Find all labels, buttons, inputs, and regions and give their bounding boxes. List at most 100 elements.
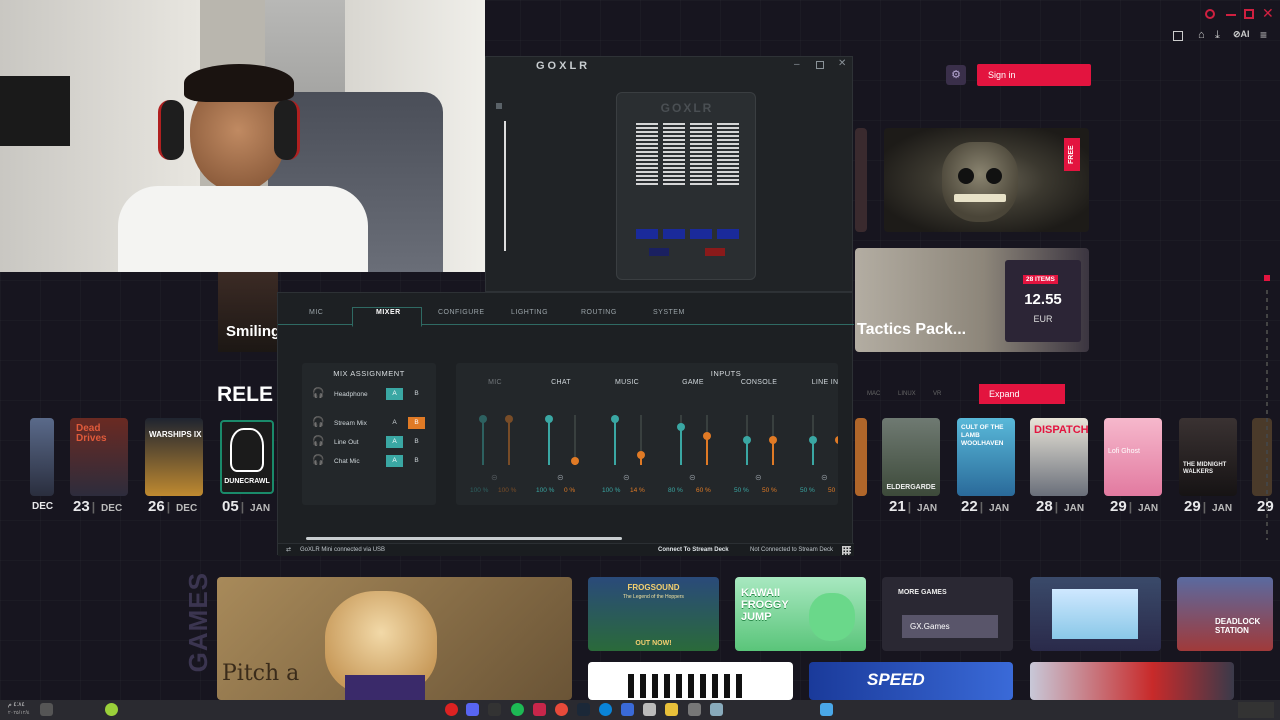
search-icon[interactable]: [1205, 9, 1215, 19]
fader-knob-b[interactable]: [769, 436, 777, 444]
spotify-icon[interactable]: [511, 703, 524, 716]
mix-a-button[interactable]: A: [386, 436, 403, 448]
mix-a-button[interactable]: A: [386, 388, 403, 400]
device-button-blue[interactable]: [649, 248, 669, 256]
maximize-icon[interactable]: [1244, 9, 1254, 19]
release-thumb-r0[interactable]: ELDERGARDE: [882, 418, 940, 496]
edge-icon[interactable]: [599, 703, 612, 716]
sidebar-icon[interactable]: [496, 103, 502, 109]
download-icon[interactable]: ⤓: [1215, 29, 1220, 42]
game-card-mech[interactable]: [1030, 662, 1234, 700]
fader-knob-a[interactable]: [611, 415, 619, 423]
mix-b-button[interactable]: B: [408, 455, 425, 467]
device-fader-3[interactable]: [690, 123, 712, 185]
fader-knob-a[interactable]: [743, 436, 751, 444]
mix-a-button[interactable]: A: [386, 417, 403, 429]
fader-knob-b[interactable]: [505, 415, 513, 423]
release-thumb-r1[interactable]: CULT OF THE LAMB WOOLHAVEN: [957, 418, 1015, 496]
device-fader-1[interactable]: [636, 123, 658, 185]
sign-in-button[interactable]: Sign in: [977, 64, 1091, 86]
device-mute-4[interactable]: [717, 229, 739, 239]
tab-lighting[interactable]: LIGHTING: [511, 309, 548, 316]
app-icon-active[interactable]: [533, 703, 546, 716]
game-card-platformer[interactable]: [1030, 577, 1161, 651]
featured-card[interactable]: [218, 272, 278, 352]
window-minimize-icon[interactable]: –: [794, 59, 800, 70]
wallet-icon[interactable]: ⌂: [1198, 29, 1205, 41]
hero-game-card[interactable]: FREE: [884, 128, 1089, 232]
device-mute-3[interactable]: [690, 229, 712, 239]
app-icon[interactable]: [688, 703, 701, 716]
fader-knob-b[interactable]: [835, 436, 838, 444]
scroll-indicator[interactable]: [1264, 275, 1270, 281]
explorer-icon[interactable]: [665, 703, 678, 716]
tab-configure[interactable]: CONFIGURE: [438, 309, 485, 316]
start-icon[interactable]: [820, 703, 833, 716]
release-thumb-partial-right[interactable]: [1252, 418, 1272, 496]
tab-routing[interactable]: ROUTING: [581, 309, 617, 316]
speaker-icon[interactable]: [40, 703, 53, 716]
filter-tab-linux[interactable]: LINUX: [898, 391, 916, 397]
tab-system[interactable]: SYSTEM: [653, 309, 685, 316]
game-card-pixel[interactable]: [588, 662, 793, 700]
device-mute-1[interactable]: [636, 229, 658, 239]
device-button-red[interactable]: [705, 248, 725, 256]
steam-icon[interactable]: [577, 703, 590, 716]
mix-b-button[interactable]: B: [408, 388, 425, 400]
tray-app-icon[interactable]: [105, 703, 118, 716]
ai-icon[interactable]: ⊘AI: [1233, 29, 1250, 40]
vscode-icon[interactable]: [621, 703, 634, 716]
link-icon[interactable]: ⊝: [821, 473, 828, 482]
mixer-scrollbar[interactable]: [306, 537, 622, 540]
chrome-icon[interactable]: [555, 703, 568, 716]
link-icon[interactable]: ⊝: [557, 473, 564, 482]
snapshot-icon[interactable]: [1173, 31, 1183, 41]
bundle-card[interactable]: Tactics Pack... 28 ITEMS 12.55 EUR: [855, 248, 1089, 352]
filter-tab-vr[interactable]: VR: [933, 391, 941, 397]
minimize-icon[interactable]: [1226, 14, 1236, 16]
fader-knob-a[interactable]: [545, 415, 553, 423]
discord-icon[interactable]: [466, 703, 479, 716]
fader-knob-b[interactable]: [571, 457, 579, 465]
fader-knob-a[interactable]: [677, 423, 685, 432]
store-icon[interactable]: [643, 703, 656, 716]
stream-deck-icon[interactable]: [842, 546, 851, 555]
side-slider[interactable]: [504, 121, 506, 251]
tab-mixer[interactable]: MIXER: [376, 309, 401, 316]
fader-knob-a[interactable]: [479, 415, 487, 423]
fader-knob-b[interactable]: [637, 451, 645, 460]
game-card-deadlock[interactable]: DEADLOCK STATION: [1177, 577, 1273, 651]
expand-button[interactable]: Expand: [979, 384, 1065, 404]
game-card-frogsound[interactable]: FROGSOUND The Legend of the Hoppers OUT …: [588, 577, 719, 651]
release-thumb-0[interactable]: Dead Drives: [70, 418, 128, 496]
mix-a-button[interactable]: A: [386, 455, 403, 467]
game-card-froggy-jump[interactable]: KAWAII FROGGY JUMP: [735, 577, 866, 651]
filter-tab-mac[interactable]: MAC: [867, 391, 880, 397]
terminal-icon[interactable]: [488, 703, 501, 716]
opera-icon[interactable]: [445, 703, 458, 716]
mix-b-button[interactable]: B: [408, 417, 425, 429]
gx-games-button[interactable]: GX.Games: [902, 615, 998, 638]
connect-stream-deck-link[interactable]: Connect To Stream Deck: [658, 547, 729, 553]
close-icon[interactable]: ✕: [1262, 6, 1274, 20]
link-icon[interactable]: ⊝: [755, 473, 762, 482]
game-card-speed[interactable]: SPEED: [809, 662, 1013, 700]
menu-icon[interactable]: ≡: [1260, 28, 1267, 42]
release-thumb-r3[interactable]: Lofi Ghost: [1104, 418, 1162, 496]
release-thumb-2[interactable]: DUNECRAWL: [220, 420, 274, 494]
window-close-icon[interactable]: ✕: [838, 58, 846, 69]
device-fader-4[interactable]: [717, 123, 739, 185]
link-icon[interactable]: ⊝: [623, 473, 630, 482]
release-thumb-1[interactable]: WARSHIPS IX: [145, 418, 203, 496]
games-featured-card[interactable]: Pitch a: [217, 577, 572, 700]
link-icon[interactable]: ⊝: [491, 473, 498, 482]
window-maximize-icon[interactable]: [816, 61, 824, 69]
fader-knob-a[interactable]: [809, 436, 817, 444]
fader-knob-b[interactable]: [703, 431, 711, 440]
app-icon-2[interactable]: [710, 703, 723, 716]
release-thumb-r4[interactable]: THE MIDNIGHT WALKERS: [1179, 418, 1237, 496]
settings-gear-icon[interactable]: ⚙: [946, 65, 966, 85]
mix-b-button[interactable]: B: [408, 436, 425, 448]
device-mute-2[interactable]: [663, 229, 685, 239]
release-thumb-r2[interactable]: DISPATCH: [1030, 418, 1088, 496]
